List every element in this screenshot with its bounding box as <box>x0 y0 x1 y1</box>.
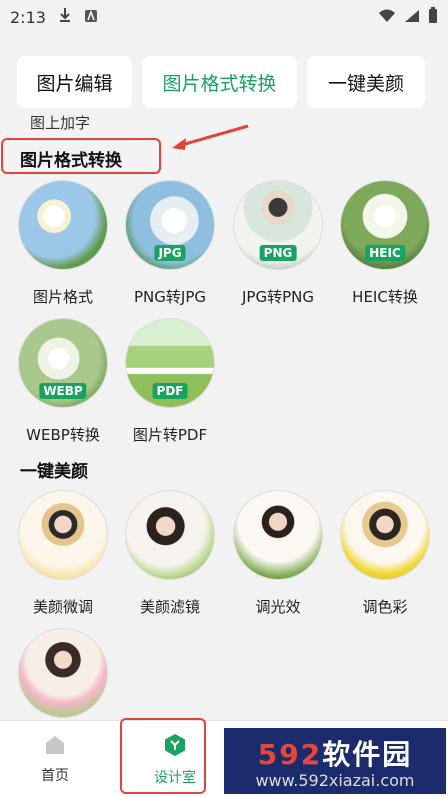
section-title-beauty: 一键美颜 <box>20 462 88 482</box>
tab-one-click-beauty[interactable]: 一键美颜 <box>307 56 425 108</box>
tool-beauty-fine-tune[interactable]: 美颜微调 <box>9 490 117 617</box>
thumbnail-image: PDF <box>125 318 215 408</box>
highlight-frame <box>1 138 161 174</box>
battery-icon <box>428 7 438 27</box>
tool-heic-convert[interactable]: HEIC HEIC转换 <box>331 180 439 307</box>
home-icon <box>44 735 66 759</box>
thumbnail-image <box>233 490 323 580</box>
format-badge: WEBP <box>39 383 87 399</box>
tab-format-convert[interactable]: 图片格式转换 <box>142 56 297 108</box>
tool-label: 美颜微调 <box>32 598 93 616</box>
status-time: 2:13 <box>10 7 46 27</box>
tool-beauty-filter[interactable]: 美颜滤镜 <box>116 490 224 617</box>
app-icon <box>84 8 98 27</box>
thumbnail-image: WEBP <box>18 318 108 408</box>
thumbnail-image <box>18 490 108 580</box>
tool-label: HEIC转换 <box>352 288 418 306</box>
watermark-title: 592软件园 <box>258 733 412 773</box>
watermark-logo: 592软件园 www.592xiazai.com <box>224 728 446 794</box>
signal-icon <box>404 8 420 27</box>
tool-label: WEBP转换 <box>26 426 100 444</box>
thumbnail-image <box>125 490 215 580</box>
tool-label: PNG转JPG <box>134 288 206 306</box>
tool-label: 图片转PDF <box>132 426 208 444</box>
nav-home[interactable]: 首页 <box>0 721 110 797</box>
tool-jpg-to-png[interactable]: PNG JPG转PNG <box>224 180 332 307</box>
watermark-number: 592 <box>257 737 323 771</box>
wifi-icon <box>378 8 396 27</box>
tab-image-edit[interactable]: 图片编辑 <box>17 56 132 108</box>
tool-label: 调光效 <box>255 598 301 616</box>
format-badge: PNG <box>259 245 297 261</box>
tool-adjust-color[interactable]: 调色彩 <box>331 490 439 617</box>
tool-beauty-more[interactable] <box>9 628 117 718</box>
tool-adjust-light[interactable]: 调光效 <box>224 490 332 617</box>
tool-label: 调色彩 <box>362 598 408 616</box>
download-icon <box>58 7 72 27</box>
tool-webp-convert[interactable]: WEBP WEBP转换 <box>9 318 117 445</box>
arrow-icon <box>168 120 250 158</box>
thumbnail-image: HEIC <box>340 180 430 270</box>
status-bar: 2:13 <box>0 0 448 34</box>
partial-item-label: 图上加字 <box>30 114 91 132</box>
thumbnail-image <box>18 180 108 270</box>
thumbnail-image: JPG <box>125 180 215 270</box>
tool-label: JPG转PNG <box>242 288 314 306</box>
category-tabs: 图片编辑 图片格式转换 一键美颜 <box>17 56 437 110</box>
highlight-frame <box>120 718 206 794</box>
format-badge: PDF <box>152 383 188 399</box>
tool-image-format[interactable]: 图片格式 <box>9 180 117 307</box>
thumbnail-image <box>340 490 430 580</box>
thumbnail-image <box>18 628 108 718</box>
tool-image-to-pdf[interactable]: PDF 图片转PDF <box>116 318 224 445</box>
tool-label: 图片格式 <box>32 288 93 306</box>
nav-home-label: 首页 <box>41 767 69 784</box>
format-badge: HEIC <box>365 245 405 261</box>
tool-label: 美颜滤镜 <box>139 598 200 616</box>
tool-png-to-jpg[interactable]: JPG PNG转JPG <box>116 180 224 307</box>
format-badge: JPG <box>154 245 186 261</box>
thumbnail-image: PNG <box>233 180 323 270</box>
watermark-url: www.592xiazai.com <box>255 770 415 790</box>
watermark-name: 软件园 <box>322 737 413 771</box>
